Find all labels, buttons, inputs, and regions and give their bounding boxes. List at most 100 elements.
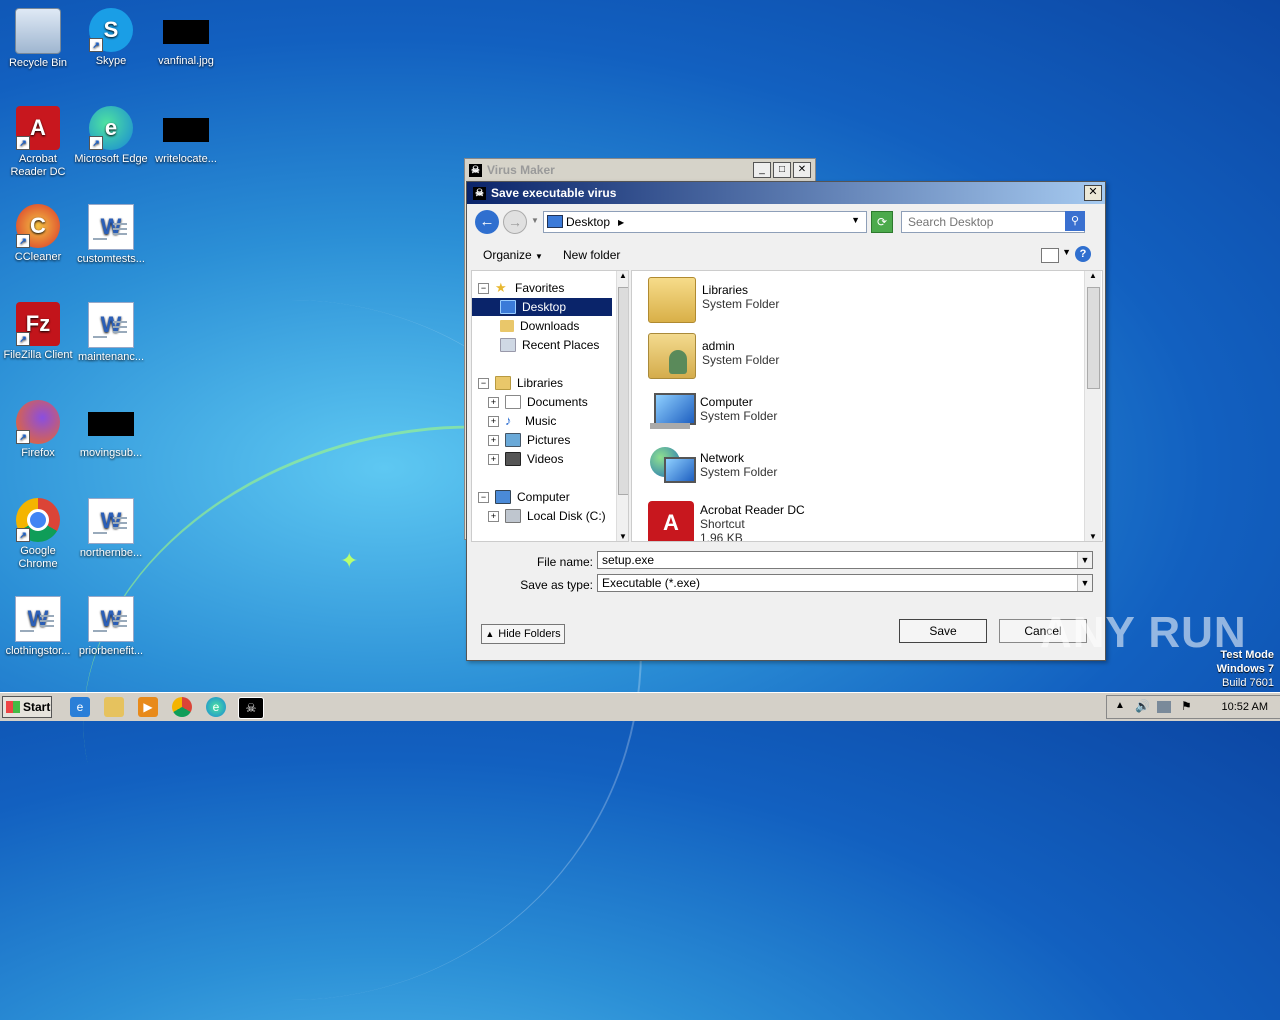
tree-item-downloads[interactable]: Downloads bbox=[500, 317, 579, 335]
network-icon bbox=[648, 445, 696, 489]
expand-icon[interactable]: + bbox=[488, 510, 499, 522]
dialog-titlebar[interactable]: ☠ Save executable virus bbox=[467, 182, 1105, 204]
search-icon[interactable]: ⚲ bbox=[1065, 211, 1085, 231]
file-item-admin[interactable]: admin System Folder bbox=[648, 333, 779, 379]
maximize-button[interactable]: □ bbox=[773, 162, 791, 178]
desktop-icon-clothingstor[interactable]: W clothingstor... bbox=[0, 596, 76, 658]
close-button[interactable]: ✕ bbox=[793, 162, 811, 178]
scroll-down-icon[interactable]: ▼ bbox=[617, 532, 628, 541]
save-type-select[interactable]: Executable (*.exe) ▼ bbox=[597, 574, 1093, 592]
file-name: Libraries bbox=[702, 283, 749, 297]
virus-maker-task-icon[interactable]: ☠ bbox=[238, 697, 264, 719]
view-options-icon[interactable] bbox=[1041, 248, 1059, 263]
expand-icon[interactable]: + bbox=[488, 396, 499, 408]
flag-icon[interactable]: ⚑ bbox=[1181, 699, 1192, 713]
search-input[interactable] bbox=[902, 212, 1080, 232]
forward-button[interactable]: → bbox=[503, 210, 527, 234]
desktop-icon-skype[interactable]: S ↗ Skype bbox=[73, 8, 149, 68]
file-list[interactable]: Libraries System Folder admin System Folde… bbox=[631, 270, 1103, 542]
volume-icon[interactable]: 🔊 bbox=[1135, 699, 1150, 713]
desktop-icon-recycle-bin[interactable]: Recycle Bin bbox=[0, 8, 76, 70]
desktop-icon-acrobat[interactable]: A ↗ Acrobat Reader DC bbox=[0, 106, 76, 179]
desktop-icon-label: clothingstor... bbox=[5, 645, 71, 657]
desktop-icon-priorbenefit[interactable]: W priorbenefit... bbox=[73, 596, 149, 658]
organize-button[interactable]: Organize ▼ bbox=[483, 248, 543, 262]
save-type-value: Executable (*.exe) bbox=[602, 576, 701, 590]
back-button[interactable]: ← bbox=[475, 210, 499, 234]
chrome-icon[interactable] bbox=[172, 697, 192, 717]
music-icon: ♪ bbox=[505, 413, 512, 428]
tree-item-desktop[interactable]: Desktop bbox=[472, 298, 612, 316]
tree-item-music[interactable]: + ♪ Music bbox=[488, 412, 556, 430]
expand-icon[interactable]: + bbox=[488, 415, 499, 427]
expand-icon[interactable]: + bbox=[488, 453, 499, 465]
scrollbar-thumb[interactable] bbox=[618, 287, 628, 495]
chevron-down-icon[interactable]: ▼ bbox=[1077, 575, 1092, 591]
desktop-icon-customtests[interactable]: W customtests... bbox=[73, 204, 149, 266]
start-button[interactable]: Start bbox=[2, 696, 52, 718]
file-name-field[interactable]: setup.exe ▼ bbox=[597, 551, 1093, 569]
internet-explorer-icon[interactable]: e bbox=[70, 697, 90, 717]
recent-pages-arrow-icon[interactable]: ▼ bbox=[531, 216, 539, 225]
address-bar[interactable]: Desktop ▶ ▼ bbox=[543, 211, 867, 233]
tree-scrollbar[interactable]: ▲ ▼ bbox=[616, 271, 628, 541]
collapse-icon[interactable]: − bbox=[478, 491, 489, 503]
navigation-tree[interactable]: − ★ Favorites Desktop Downloads Recent P… bbox=[471, 270, 629, 542]
expand-icon[interactable]: + bbox=[488, 434, 499, 446]
minimize-button[interactable]: _ bbox=[753, 162, 771, 178]
file-name: Acrobat Reader DC bbox=[700, 503, 805, 517]
refresh-button[interactable]: ⟳ bbox=[871, 211, 893, 233]
tree-item-recent-places[interactable]: Recent Places bbox=[500, 336, 599, 354]
desktop-icon-movingsub[interactable]: movingsub... bbox=[73, 400, 149, 460]
network-tray-icon[interactable] bbox=[1157, 701, 1171, 713]
edge-icon[interactable]: e bbox=[206, 697, 226, 717]
tree-item-local-disk[interactable]: + Local Disk (C:) bbox=[488, 507, 606, 525]
dialog-close-button[interactable]: ✕ bbox=[1084, 185, 1102, 201]
tree-item-computer[interactable]: − Computer bbox=[478, 488, 570, 506]
start-label: Start bbox=[23, 700, 51, 714]
desktop-icon-vanfinal[interactable]: vanfinal.jpg bbox=[148, 8, 224, 68]
file-size: 1.96 KB bbox=[700, 531, 743, 542]
save-button[interactable]: Save bbox=[899, 619, 987, 643]
explorer-folder-icon[interactable] bbox=[104, 697, 124, 717]
desktop-icon-edge[interactable]: e ↗ Microsoft Edge bbox=[73, 106, 149, 166]
file-item-acrobat[interactable]: A Acrobat Reader DC Shortcut 1.96 KB bbox=[648, 501, 805, 542]
collapse-icon[interactable]: − bbox=[478, 282, 489, 294]
new-folder-button[interactable]: New folder bbox=[563, 248, 620, 262]
save-dialog[interactable]: ☠ Save executable virus ✕ ← → ▼ Desktop … bbox=[466, 181, 1106, 661]
desktop-icon-maintenance[interactable]: W maintenanc... bbox=[73, 302, 149, 364]
file-list-scrollbar[interactable]: ▲ ▼ bbox=[1084, 271, 1101, 541]
search-box[interactable]: ⚲ bbox=[901, 211, 1085, 233]
desktop-icon-label: Recycle Bin bbox=[8, 57, 68, 69]
desktop-icon-firefox[interactable]: ↗ Firefox bbox=[0, 400, 76, 460]
tree-item-favorites[interactable]: − ★ Favorites bbox=[478, 279, 564, 297]
chevron-down-icon[interactable]: ▼ bbox=[1077, 552, 1092, 568]
clock[interactable]: 10:52 AM bbox=[1222, 701, 1268, 713]
pirate-icon: ☠ bbox=[469, 163, 482, 177]
desktop-icon-chrome[interactable]: ↗ Google Chrome bbox=[0, 498, 76, 571]
scroll-up-icon[interactable]: ▲ bbox=[1085, 271, 1101, 280]
media-player-icon[interactable]: ▶ bbox=[138, 697, 158, 717]
tree-item-documents[interactable]: + Documents bbox=[488, 393, 588, 411]
tree-item-videos[interactable]: + Videos bbox=[488, 450, 563, 468]
scroll-down-icon[interactable]: ▼ bbox=[1085, 532, 1101, 541]
desktop-icon-writelocate[interactable]: writelocate... bbox=[148, 106, 224, 166]
address-dropdown-icon[interactable]: ▼ bbox=[851, 215, 860, 225]
show-hidden-icons[interactable]: ▲ bbox=[1115, 700, 1125, 711]
collapse-icon[interactable]: − bbox=[478, 377, 489, 389]
desktop-icon-filezilla[interactable]: Fz ↗ FileZilla Client bbox=[0, 302, 76, 362]
desktop-icon-northernbe[interactable]: W northernbe... bbox=[73, 498, 149, 560]
file-item-computer[interactable]: Computer System Folder bbox=[648, 389, 777, 433]
tree-item-libraries[interactable]: − Libraries bbox=[478, 374, 563, 392]
firefox-icon: ↗ bbox=[16, 400, 60, 444]
desktop-icon-ccleaner[interactable]: C ↗ CCleaner bbox=[0, 204, 76, 264]
tree-item-pictures[interactable]: + Pictures bbox=[488, 431, 570, 449]
breadcrumb-arrow-icon[interactable]: ▶ bbox=[618, 218, 624, 227]
file-item-libraries[interactable]: Libraries System Folder bbox=[648, 277, 779, 323]
scroll-up-icon[interactable]: ▲ bbox=[617, 271, 628, 280]
help-icon[interactable]: ? bbox=[1075, 246, 1091, 262]
hide-folders-button[interactable]: ▲ Hide Folders bbox=[481, 624, 565, 644]
file-item-network[interactable]: Network System Folder bbox=[648, 445, 777, 489]
scrollbar-thumb[interactable] bbox=[1087, 287, 1100, 389]
view-dropdown-icon[interactable]: ▼ bbox=[1062, 247, 1071, 257]
